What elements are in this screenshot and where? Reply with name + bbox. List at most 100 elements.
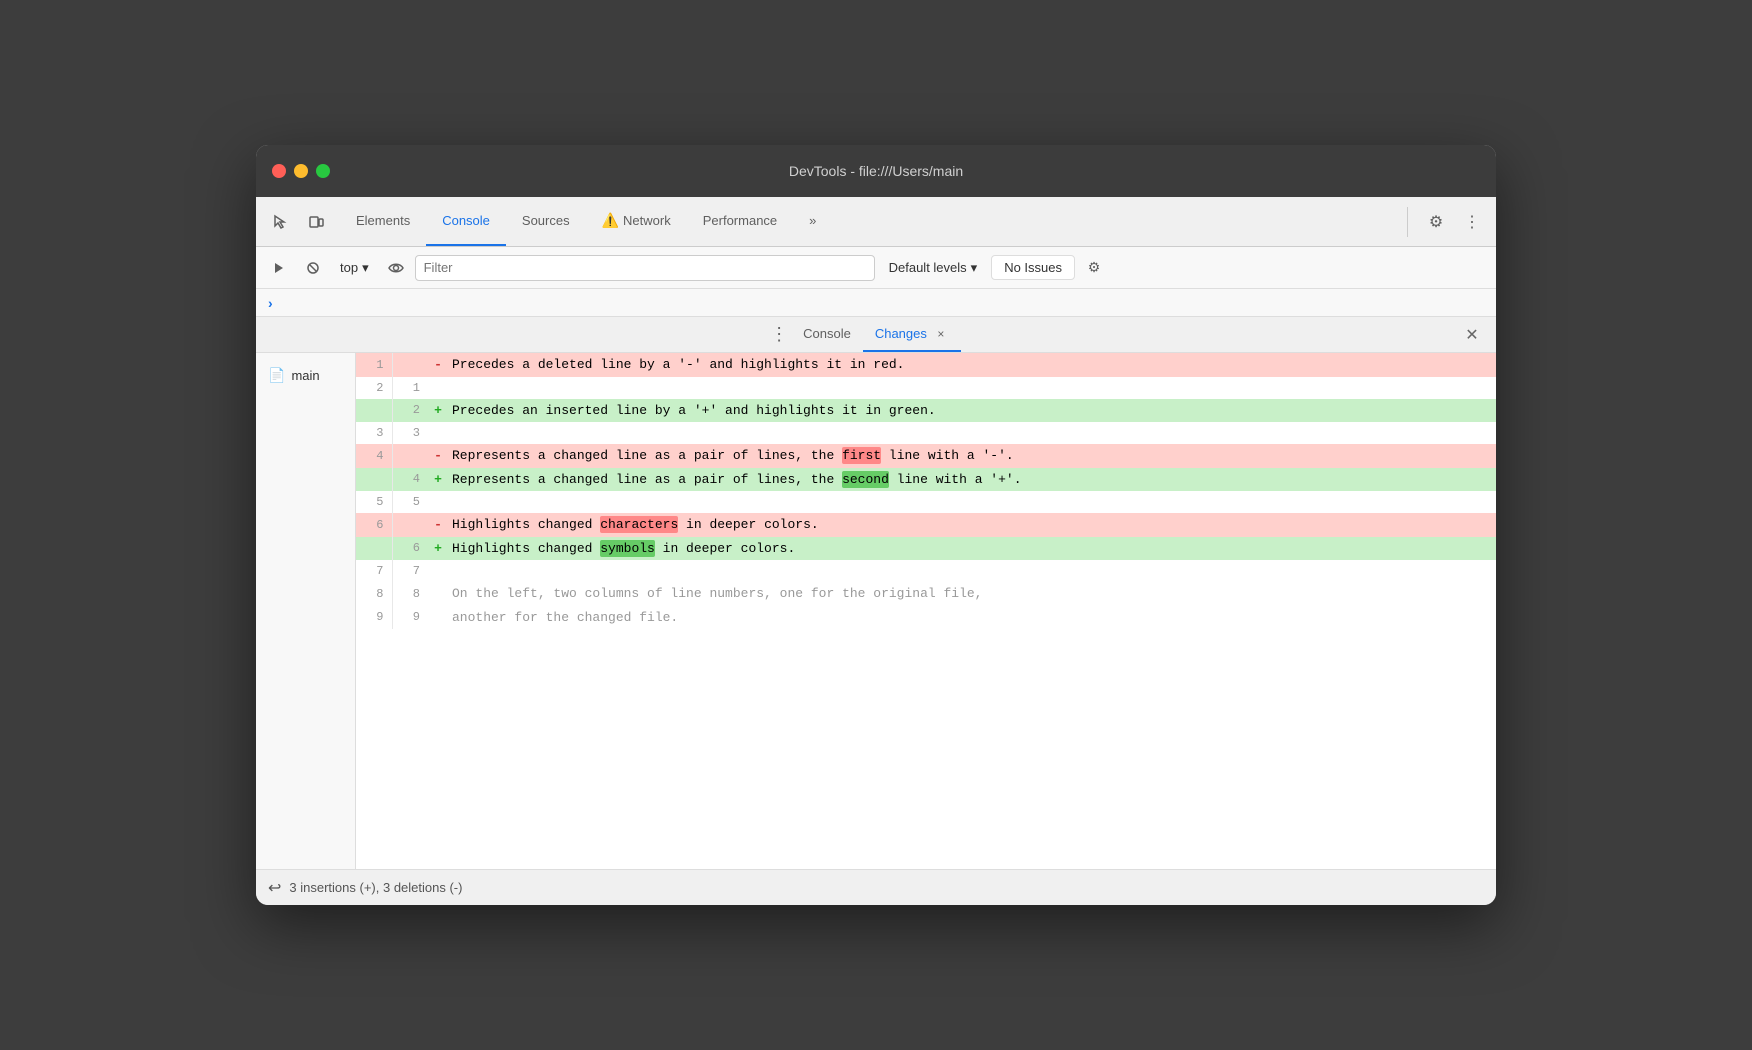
table-row: 88 On the left, two columns of line numbe… <box>356 582 1496 606</box>
file-icon: 📄 <box>268 367 285 384</box>
settings-button[interactable]: ⚙ <box>1420 206 1452 238</box>
close-window-button[interactable] <box>272 164 286 178</box>
line-num-new: 3 <box>392 422 428 444</box>
diff-code: Highlights changed symbols in deeper col… <box>448 537 1496 561</box>
line-num-old: 3 <box>356 422 392 444</box>
table-row: 6 -Highlights changed characters in deepe… <box>356 513 1496 537</box>
diff-marker <box>428 491 448 513</box>
context-arrow-icon: ▾ <box>362 260 369 276</box>
filter-input[interactable] <box>415 255 875 281</box>
tab-console[interactable]: Console <box>426 197 506 246</box>
line-num-old: 9 <box>356 606 392 630</box>
diff-code: Represents a changed line as a pair of l… <box>448 444 1496 468</box>
diff-marker: + <box>428 468 448 492</box>
diff-marker <box>428 560 448 582</box>
footer-bar: ↩ 3 insertions (+), 3 deletions (-) <box>256 869 1496 905</box>
footer-summary: 3 insertions (+), 3 deletions (-) <box>289 880 462 895</box>
line-num-old <box>356 537 392 561</box>
diff-marker: - <box>428 513 448 537</box>
line-num-new: 5 <box>392 491 428 513</box>
table-row: 1 -Precedes a deleted line by a '-' and h… <box>356 353 1496 377</box>
panel-close-button[interactable]: ✕ <box>1460 323 1484 347</box>
diff-table: 1-Precedes a deleted line by a '-' and h… <box>356 353 1496 629</box>
highlight-del: first <box>842 447 881 464</box>
inspect-element-button[interactable] <box>264 206 296 238</box>
diff-marker <box>428 582 448 606</box>
tab-more[interactable]: » <box>793 197 832 246</box>
changes-tab-close-button[interactable]: × <box>933 326 949 342</box>
table-row: 99another for the changed file. <box>356 606 1496 630</box>
main-tabs: Elements Console Sources ⚠️ Network Perf… <box>340 197 1399 246</box>
line-num-old: 1 <box>356 353 392 377</box>
run-button[interactable] <box>264 253 294 283</box>
sidebar-item-main[interactable]: 📄 main <box>256 361 355 390</box>
network-warning-icon: ⚠️ <box>602 212 619 229</box>
panel-tab-changes[interactable]: Changes × <box>863 317 961 352</box>
tab-sources[interactable]: Sources <box>506 197 586 246</box>
prompt-arrow-icon: › <box>268 295 273 311</box>
window-title: DevTools - file:///Users/main <box>789 163 963 179</box>
maximize-window-button[interactable] <box>316 164 330 178</box>
device-toolbar-button[interactable] <box>300 206 332 238</box>
diff-code <box>448 377 1496 399</box>
line-num-new <box>392 353 428 377</box>
line-num-new: 8 <box>392 582 428 606</box>
diff-code: On the left, two columns of line numbers… <box>448 582 1496 606</box>
panel-more-button[interactable]: ⋮ <box>767 323 791 347</box>
line-num-new: 9 <box>392 606 428 630</box>
diff-code: Precedes a deleted line by a '-' and hig… <box>448 353 1496 377</box>
highlight-ins: symbols <box>600 540 655 557</box>
tab-performance[interactable]: Performance <box>687 197 793 246</box>
context-selector[interactable]: top ▾ <box>332 256 377 280</box>
console-settings-button[interactable]: ⚙ <box>1079 253 1109 283</box>
prompt-line: › <box>256 289 1496 317</box>
title-bar: DevTools - file:///Users/main <box>256 145 1496 197</box>
clear-button[interactable] <box>298 253 328 283</box>
line-num-old: 6 <box>356 513 392 537</box>
diff-code: Represents a changed line as a pair of l… <box>448 468 1496 492</box>
diff-marker: - <box>428 353 448 377</box>
line-num-new: 2 <box>392 399 428 423</box>
issues-button[interactable]: No Issues <box>991 255 1075 280</box>
highlight-del: characters <box>600 516 678 533</box>
diff-marker: - <box>428 444 448 468</box>
diff-content: 1-Precedes a deleted line by a '-' and h… <box>356 353 1496 869</box>
minimize-window-button[interactable] <box>294 164 308 178</box>
table-row: 21 <box>356 377 1496 399</box>
diff-marker: + <box>428 399 448 423</box>
line-num-new: 1 <box>392 377 428 399</box>
toolbar-icons <box>264 206 332 238</box>
default-levels-button[interactable]: Default levels ▾ <box>879 256 988 280</box>
line-num-old: 8 <box>356 582 392 606</box>
highlight-ins: second <box>842 471 889 488</box>
devtools-window: DevTools - file:///Users/main Elements C <box>256 145 1496 905</box>
panel-tab-console[interactable]: Console <box>791 317 863 352</box>
levels-arrow-icon: ▾ <box>971 260 978 276</box>
table-row: 4-Represents a changed line as a pair of… <box>356 444 1496 468</box>
toolbar-divider <box>1407 207 1408 237</box>
diff-code: Highlights changed characters in deeper … <box>448 513 1496 537</box>
line-num-old: 7 <box>356 560 392 582</box>
line-num-new: 6 <box>392 537 428 561</box>
undo-button[interactable]: ↩ <box>268 878 281 898</box>
table-row: 6+Highlights changed symbols in deeper c… <box>356 537 1496 561</box>
customize-button[interactable]: ⋮ <box>1456 206 1488 238</box>
traffic-lights <box>272 164 330 178</box>
panel-tabs-bar: ⋮ Console Changes × ✕ <box>256 317 1496 353</box>
line-num-new <box>392 513 428 537</box>
diff-marker: + <box>428 537 448 561</box>
diff-marker <box>428 606 448 630</box>
eye-button[interactable] <box>381 253 411 283</box>
line-num-old: 5 <box>356 491 392 513</box>
content-area: 📄 main 1-Precedes a deleted line by a '-… <box>256 353 1496 869</box>
table-row: 55 <box>356 491 1496 513</box>
diff-code: Precedes an inserted line by a '+' and h… <box>448 399 1496 423</box>
changes-sidebar: 📄 main <box>256 353 356 869</box>
tab-elements[interactable]: Elements <box>340 197 426 246</box>
diff-marker <box>428 377 448 399</box>
table-row: 77 <box>356 560 1496 582</box>
diff-marker <box>428 422 448 444</box>
tab-network[interactable]: ⚠️ Network <box>586 197 687 246</box>
table-row: 2+Precedes an inserted line by a '+' and… <box>356 399 1496 423</box>
main-toolbar: Elements Console Sources ⚠️ Network Perf… <box>256 197 1496 247</box>
